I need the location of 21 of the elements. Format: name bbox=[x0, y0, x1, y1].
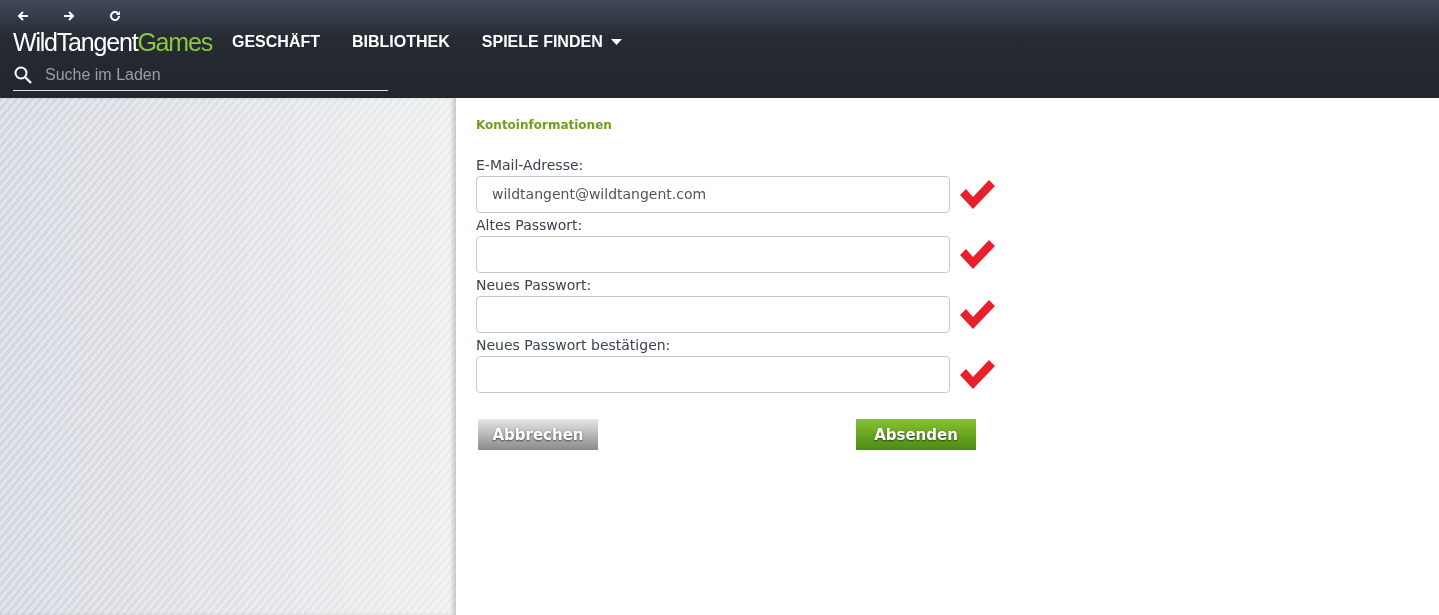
caret-icon bbox=[610, 39, 622, 45]
forward-arrow-icon bbox=[63, 10, 75, 22]
field-label: Neues Passwort bestätigen: bbox=[476, 337, 672, 355]
input-field[interactable] bbox=[476, 235, 950, 273]
reload-icon bbox=[109, 10, 121, 22]
field-label: Neues Passwort: bbox=[476, 277, 593, 295]
input-field[interactable]: wildtangent@wildtangent.com bbox=[476, 175, 950, 213]
menu-item[interactable]: BIBLIOTHEK bbox=[352, 33, 450, 51]
section-title: Kontoinformationen bbox=[476, 118, 613, 132]
field-label: Altes Passwort: bbox=[476, 217, 584, 235]
search-icon bbox=[13, 65, 33, 85]
back-arrow-icon bbox=[17, 10, 29, 22]
logo-suffix: Games bbox=[137, 27, 212, 57]
reload-button[interactable] bbox=[107, 8, 123, 24]
logo-text: WildTangent bbox=[13, 27, 138, 57]
menu-item[interactable]: SPIELE FINDEN bbox=[481, 33, 622, 51]
menu-item[interactable]: GESCHÄFT bbox=[232, 33, 320, 51]
input-field[interactable] bbox=[476, 295, 950, 333]
input-field[interactable] bbox=[476, 355, 950, 393]
field-label: E-Mail-Adresse: bbox=[476, 157, 585, 175]
search-field[interactable]: Suche im Laden bbox=[43, 65, 388, 85]
